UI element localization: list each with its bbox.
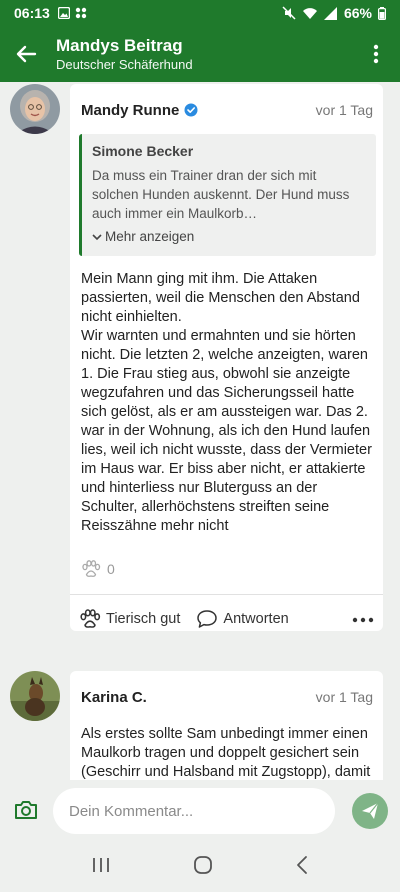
reply-button[interactable]: Antworten xyxy=(196,609,289,629)
paw-icon xyxy=(82,560,101,577)
system-navigation-bar xyxy=(0,842,400,892)
reply-author[interactable]: Karina C. xyxy=(81,689,147,706)
app-grid-notification-icon xyxy=(75,7,87,19)
nav-home-button[interactable] xyxy=(193,855,213,880)
mute-icon xyxy=(282,6,296,20)
comment-input[interactable]: Dein Kommentar... xyxy=(53,788,335,834)
camera-icon xyxy=(15,801,37,819)
paw-icon xyxy=(80,609,101,628)
back-button[interactable] xyxy=(0,26,52,82)
nav-recents-icon xyxy=(93,857,109,872)
nav-back-icon xyxy=(297,855,307,874)
back-arrow-icon xyxy=(16,45,37,63)
verified-badge-icon xyxy=(184,103,198,117)
show-more-label: Mehr anzeigen xyxy=(105,229,195,244)
wifi-icon xyxy=(302,7,317,19)
like-button[interactable]: Tierisch gut xyxy=(79,609,180,629)
camera-button[interactable] xyxy=(14,799,38,826)
comment-icon xyxy=(197,610,218,628)
avatar-karina[interactable] xyxy=(10,671,60,721)
comment-input-placeholder: Dein Kommentar... xyxy=(69,802,194,820)
status-notification-icons xyxy=(57,7,87,19)
like-count-row[interactable]: 0 xyxy=(70,554,383,584)
nav-home-icon xyxy=(194,855,212,874)
status-time: 06:13 xyxy=(14,5,50,21)
like-button-label: Tierisch gut xyxy=(106,611,181,627)
reply-body: Als erstes sollte Sam unbedingt immer ei… xyxy=(81,726,371,780)
nav-back-button[interactable] xyxy=(295,855,309,880)
reply-card: Karina C. vor 1 Tag Als erstes sollte Sa… xyxy=(70,671,383,780)
comment-feed[interactable]: Mandy Runne vor 1 Tag Simone Becker Da m… xyxy=(0,82,400,780)
reply-button-label: Antworten xyxy=(223,611,289,627)
post-card: Mandy Runne vor 1 Tag Simone Becker Da m… xyxy=(70,84,383,631)
page-subtitle: Deutscher Schäferhund xyxy=(56,56,193,72)
chevron-down-icon xyxy=(92,233,102,240)
nav-recents-button[interactable] xyxy=(91,856,111,879)
more-horiz-icon xyxy=(352,617,374,623)
show-more-link[interactable]: Mehr anzeigen xyxy=(92,229,366,244)
avatar-photo xyxy=(10,671,60,721)
avatar-photo xyxy=(10,84,60,134)
quote-text: Da muss ein Trainer dran der sich mit so… xyxy=(92,168,350,221)
post-timestamp: vor 1 Tag xyxy=(315,102,373,118)
status-bar: 06:13 66% xyxy=(0,0,400,26)
app-bar: Mandys Beitrag Deutscher Schäferhund xyxy=(0,26,400,82)
battery-icon xyxy=(378,6,386,20)
send-icon xyxy=(362,802,379,819)
post-body: Mein Mann ging mit ihm. Die Attaken pass… xyxy=(81,271,372,534)
quoted-comment[interactable]: Simone Becker Da muss ein Trainer dran d… xyxy=(79,134,376,256)
page-title: Mandys Beitrag xyxy=(56,35,183,55)
more-vert-icon xyxy=(373,44,379,64)
quote-author: Simone Becker xyxy=(92,143,194,159)
post-more-button[interactable] xyxy=(352,610,374,628)
battery-percent: 66% xyxy=(343,5,372,21)
signal-icon xyxy=(323,6,337,20)
gallery-notification-icon xyxy=(57,7,70,19)
post-author[interactable]: Mandy Runne xyxy=(81,102,179,119)
overflow-menu-button[interactable] xyxy=(352,26,400,82)
reply-timestamp: vor 1 Tag xyxy=(315,689,373,705)
like-count: 0 xyxy=(107,561,115,577)
post-actions: Tierisch gut Antworten xyxy=(70,595,383,643)
send-button[interactable] xyxy=(352,793,388,829)
comment-composer: Dein Kommentar... xyxy=(0,780,400,842)
avatar-mandy[interactable] xyxy=(10,84,60,134)
